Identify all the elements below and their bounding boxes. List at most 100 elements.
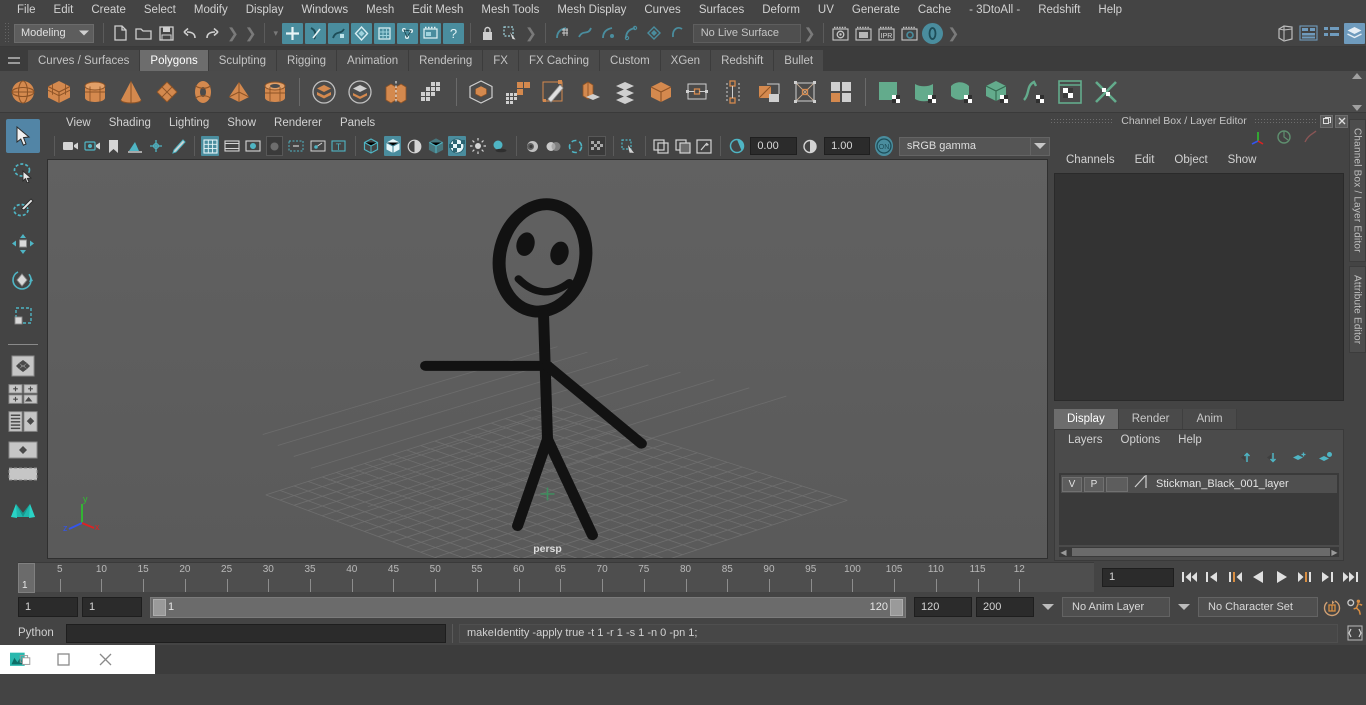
lock-icon[interactable] <box>477 23 498 44</box>
anim-layer-dropdown-arrow[interactable] <box>1038 597 1058 617</box>
smooth-cube-icon[interactable] <box>644 75 678 109</box>
layer-menu-layers[interactable]: Layers <box>1059 432 1112 448</box>
step-back-key-icon[interactable] <box>1203 567 1222 587</box>
app-thumbnail-icon[interactable] <box>10 649 32 671</box>
redo-render-icon[interactable] <box>853 23 874 44</box>
connect-components-icon[interactable] <box>716 75 750 109</box>
range-start-field[interactable]: 1 <box>82 597 142 617</box>
menu-display[interactable]: Display <box>237 1 293 19</box>
sidebar-toggle-attribute-icon[interactable] <box>1298 23 1319 44</box>
layout-graph-editor-icon[interactable] <box>8 461 38 487</box>
channelbox-menu-edit[interactable]: Edit <box>1125 152 1165 168</box>
layer-playback-toggle[interactable]: P <box>1084 476 1104 492</box>
redo-icon[interactable] <box>202 23 223 44</box>
multisample-aa-icon[interactable] <box>566 136 583 156</box>
selection-mask-icon[interactable] <box>500 23 521 44</box>
select-vertex-icon[interactable] <box>374 22 395 44</box>
menu-edit-mesh[interactable]: Edit Mesh <box>403 1 472 19</box>
play-backwards-icon[interactable] <box>1249 567 1268 587</box>
poly-sphere-icon[interactable] <box>6 75 40 109</box>
menu-3dtoall[interactable]: - 3DtoAll - <box>960 1 1029 19</box>
layer-name[interactable]: Stickman_Black_001_layer <box>1156 478 1289 490</box>
menu-windows[interactable]: Windows <box>292 1 357 19</box>
side-tab-channel-box[interactable]: Channel Box / Layer Editor <box>1348 119 1366 262</box>
toolbar-collapse-handle[interactable]: ❯ <box>224 25 242 42</box>
layout-hypershade-icon[interactable] <box>8 437 38 463</box>
time-slider[interactable]: 1 5 10 15 20 25 30 35 40 45 50 55 60 65 70 75 80 85 90 95 1… <box>18 562 1094 593</box>
smooth-shading-icon[interactable] <box>384 136 402 156</box>
wireframe-shading-icon[interactable] <box>363 136 380 156</box>
exposure-reset-icon[interactable] <box>696 136 713 156</box>
select-tool-icon[interactable] <box>5 119 40 153</box>
toolbar-collapse-handle-5[interactable]: ❯ <box>944 25 962 42</box>
move-layer-up-icon[interactable] <box>1240 451 1255 469</box>
input-node-icon[interactable] <box>1302 129 1318 150</box>
shelf-tab-rigging[interactable]: Rigging <box>277 50 338 71</box>
shelf-menu-icon[interactable] <box>3 49 25 71</box>
menu-mesh-display[interactable]: Mesh Display <box>548 1 635 19</box>
script-language-label[interactable]: Python <box>18 627 60 639</box>
current-time-indicator[interactable]: 1 <box>18 563 35 593</box>
poly-plane-icon[interactable] <box>150 75 184 109</box>
color-management-toggle-icon[interactable]: ON <box>875 136 893 156</box>
shelf-scroll-arrows[interactable] <box>1350 73 1364 111</box>
scroll-left-arrow-icon[interactable]: ◀ <box>1059 548 1068 557</box>
perspective-viewport[interactable]: y z x persp <box>47 159 1048 559</box>
component-diamond-icon[interactable] <box>351 22 372 44</box>
select-camera-icon[interactable] <box>62 136 79 156</box>
shaded-wireframe-icon[interactable] <box>427 136 444 156</box>
layer-list-scrollbar[interactable]: ◀ ▶ <box>1059 547 1339 557</box>
exposure-icon[interactable] <box>728 136 745 156</box>
render-sequence-icon[interactable] <box>420 22 441 44</box>
select-by-component-icon[interactable] <box>328 22 349 44</box>
menu-file[interactable]: File <box>8 1 45 19</box>
close-icon[interactable] <box>94 649 116 671</box>
flat-shading-icon[interactable] <box>405 136 422 156</box>
display-layer-list[interactable]: V P Stickman_Black_001_layer <box>1059 473 1339 545</box>
grease-pencil-icon[interactable] <box>169 136 186 156</box>
toolbar-collapse-handle-2[interactable]: ❯ <box>242 25 260 42</box>
undo-icon[interactable] <box>179 23 200 44</box>
animation-start-field[interactable]: 1 <box>18 597 78 617</box>
image-plane-icon[interactable] <box>126 136 143 156</box>
menu-help[interactable]: Help <box>1089 1 1131 19</box>
menu-select[interactable]: Select <box>135 1 185 19</box>
isolate-select-icon[interactable] <box>620 136 637 156</box>
animation-end-field[interactable]: 200 <box>976 597 1034 617</box>
viewport-menu-view[interactable]: View <box>57 115 100 131</box>
uv-automatic-map-icon[interactable] <box>981 75 1015 109</box>
quad-draw-icon[interactable] <box>500 75 534 109</box>
render-settings-icon[interactable] <box>899 23 920 44</box>
range-end-handle[interactable] <box>890 598 903 616</box>
menu-deform[interactable]: Deform <box>753 1 809 19</box>
layer-tab-anim[interactable]: Anim <box>1183 409 1237 429</box>
live-surface-field[interactable]: No Live Surface <box>692 23 801 43</box>
motion-blur-icon[interactable] <box>545 136 562 156</box>
bevel-icon[interactable] <box>608 75 642 109</box>
layer-tab-render[interactable]: Render <box>1118 409 1184 429</box>
help-question-icon[interactable]: ? <box>443 22 464 44</box>
play-forwards-icon[interactable] <box>1272 567 1291 587</box>
uv-spherical-map-icon[interactable] <box>945 75 979 109</box>
layer-row[interactable]: V P Stickman_Black_001_layer <box>1061 475 1337 493</box>
range-slider-bar[interactable]: 1 120 <box>150 596 906 618</box>
render-current-frame-icon[interactable] <box>830 23 851 44</box>
channelbox-menu-show[interactable]: Show <box>1218 152 1267 168</box>
shelf-tab-sculpting[interactable]: Sculpting <box>208 50 278 71</box>
layer-shading-toggle[interactable] <box>1106 476 1128 492</box>
color-profile-dropdown-arrow[interactable] <box>1030 136 1051 156</box>
snap-to-grid-icon[interactable] <box>552 23 573 44</box>
channelbox-menu-object[interactable]: Object <box>1164 152 1217 168</box>
poly-pyramid-icon[interactable] <box>222 75 256 109</box>
shelf-tab-xgen[interactable]: XGen <box>660 50 712 71</box>
poly-cylinder-icon[interactable] <box>78 75 112 109</box>
layer-visibility-toggle[interactable]: V <box>1062 476 1082 492</box>
sidebar-toggle-layers-icon[interactable] <box>1344 22 1365 44</box>
ipr-render-icon[interactable]: IPR <box>876 23 897 44</box>
camera-attributes-icon[interactable] <box>83 136 100 156</box>
shape-node-icon[interactable] <box>1276 129 1292 150</box>
uv-unfold-icon[interactable] <box>1017 75 1051 109</box>
xray-joints-icon[interactable] <box>309 136 326 156</box>
new-scene-icon[interactable] <box>110 23 131 44</box>
paint-select-tool-icon[interactable] <box>6 191 40 225</box>
